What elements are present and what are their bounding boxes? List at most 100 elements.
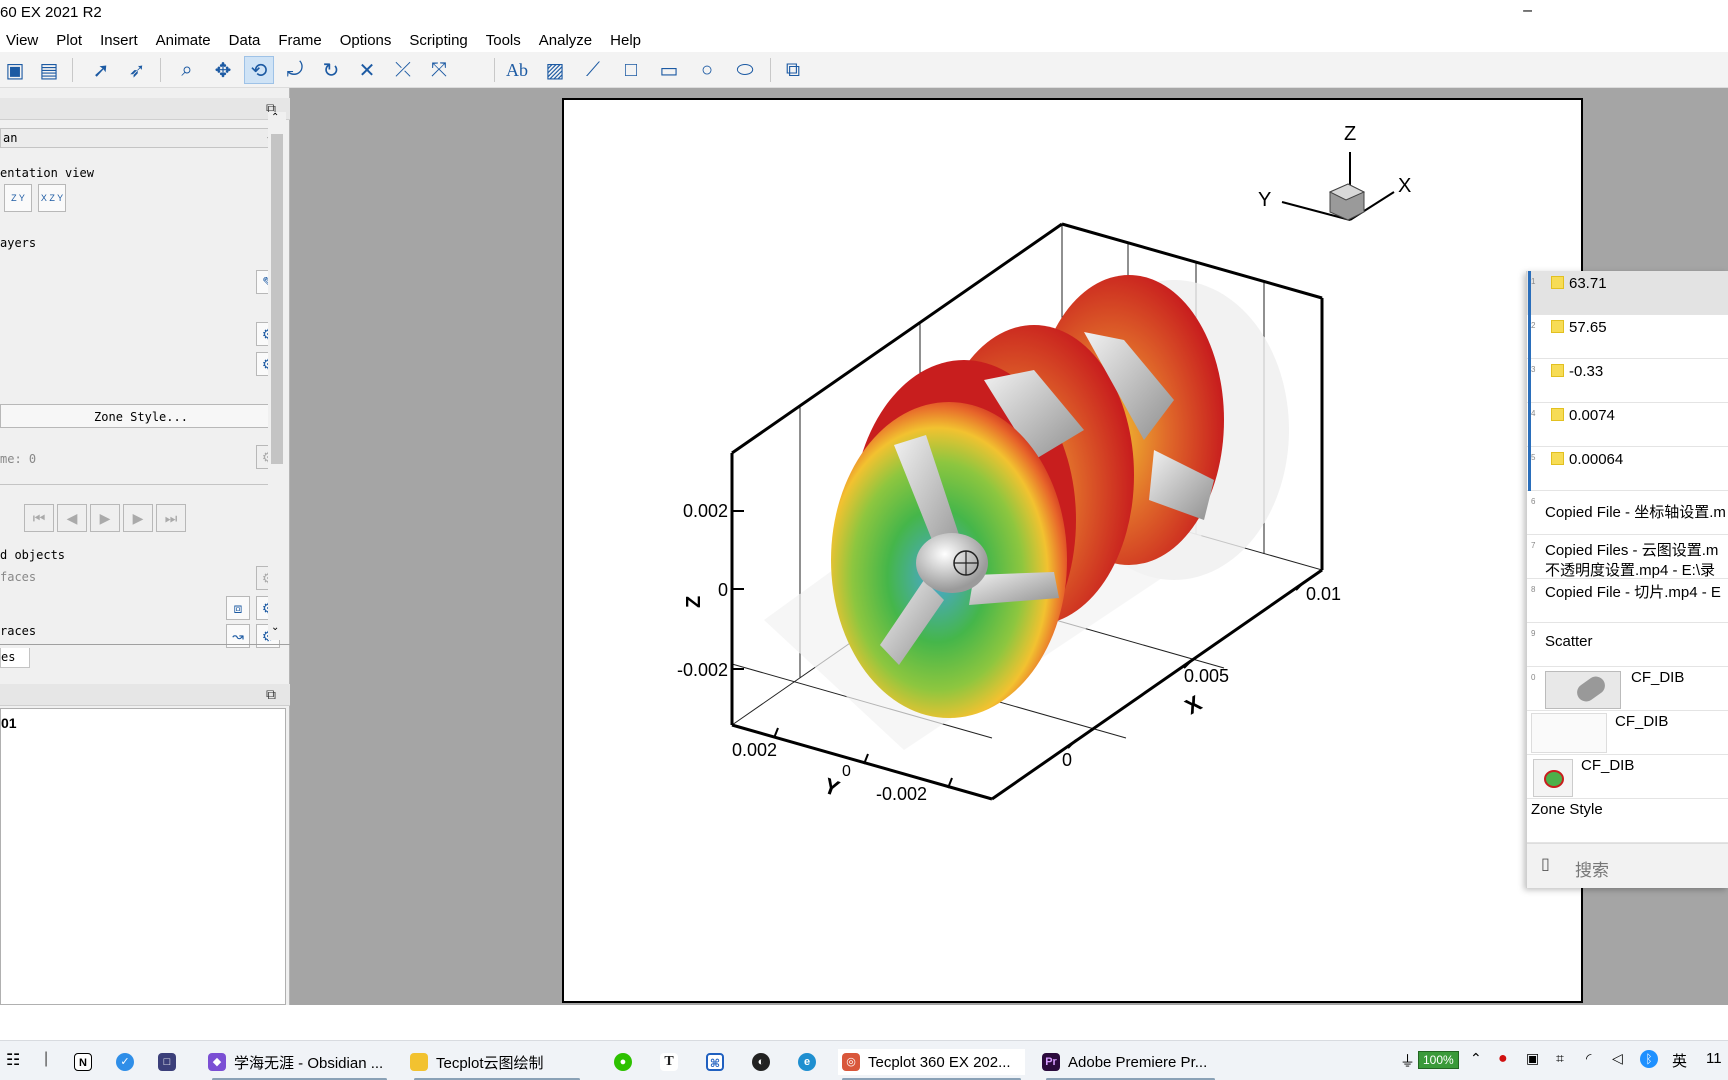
save-icon[interactable]: ▣ <box>0 56 30 84</box>
clipboard-item[interactable]: 4 0.0074 <box>1527 403 1728 447</box>
rotate-y-icon[interactable]: ⤫ <box>388 56 418 84</box>
rotate-z-icon[interactable]: ⤧ <box>424 56 454 84</box>
menu-insert[interactable]: Insert <box>91 28 147 52</box>
clipboard-item[interactable]: CF_DIB <box>1527 755 1728 799</box>
scroll-down-icon[interactable]: ⌄ <box>271 622 279 633</box>
circle-icon[interactable]: ○ <box>692 56 722 84</box>
search-input[interactable]: 搜索 <box>1575 856 1609 881</box>
window-title: 60 EX 2021 R2 <box>0 4 102 21</box>
chat-app-icon[interactable]: □ <box>158 1049 184 1075</box>
clipboard-item[interactable]: 6 Copied File - 坐标轴设置.m <box>1527 491 1728 535</box>
pin-icon[interactable]: ⧉ <box>266 686 276 703</box>
export-icon[interactable]: ▤ <box>34 56 64 84</box>
time-label: me: 0 <box>0 452 37 466</box>
zoom-icon[interactable]: ⌕ <box>172 56 202 84</box>
frame-icon[interactable]: ⧉ <box>778 56 808 84</box>
rotate-x-icon[interactable]: ✕ <box>352 56 382 84</box>
battery-indicator[interactable]: 100% <box>1418 1051 1459 1069</box>
toolbar-separator <box>72 58 73 82</box>
text-icon[interactable]: Ab <box>502 56 532 84</box>
clip-index: 8 <box>1531 585 1536 594</box>
rollerball-icon[interactable]: ↻ <box>316 56 346 84</box>
volume-icon[interactable]: ◁ <box>1612 1050 1623 1067</box>
toolbar: ▣ ▤ ➚ ➶ ⌕ ✥ ⟲ ⤾ ↻ ✕ ⤫ ⤧ Ab ▨ ⟋ □ ▭ ○ ⬭ ⧉ <box>0 52 1728 88</box>
sidebar-tab[interactable]: es <box>0 648 30 668</box>
clipboard-item[interactable]: 8 Copied File - 切片.mp4 - E <box>1527 579 1728 623</box>
menu-help[interactable]: Help <box>601 28 650 52</box>
orient-zy-button[interactable]: Z Y <box>4 184 32 212</box>
square-icon[interactable]: □ <box>616 56 646 84</box>
clip-text: 57.65 <box>1569 319 1607 336</box>
clock[interactable]: 11 <box>1706 1050 1722 1067</box>
polyline-icon[interactable]: ⟋ <box>578 56 608 84</box>
first-frame-icon[interactable]: ⏮ <box>24 504 54 532</box>
rectangle-icon[interactable]: ▭ <box>654 56 684 84</box>
record-icon[interactable]: ● <box>1498 1050 1508 1068</box>
orient-xzy-button[interactable]: X Z Y <box>38 184 66 212</box>
chevron-up-icon[interactable]: ⌃ <box>1470 1050 1482 1067</box>
clipboard-item[interactable]: 9 Scatter <box>1527 623 1728 667</box>
clipboard-item[interactable]: 3 -0.33 <box>1527 359 1728 403</box>
plot-frame[interactable]: 0.002 0 -0.002 Z 0.01 0.005 0 X 0.002 0 … <box>562 98 1583 1003</box>
menu-data[interactable]: Data <box>220 28 270 52</box>
taskbar-premiere[interactable]: Pr Adobe Premiere Pr... <box>1042 1049 1219 1080</box>
rotate-xy-icon[interactable]: ⟲ <box>244 56 274 84</box>
image-icon[interactable]: ▨ <box>540 56 570 84</box>
scroll-up-icon[interactable]: ⌃ <box>271 112 279 123</box>
notion-icon[interactable]: N <box>74 1049 100 1075</box>
translate-icon[interactable]: ✥ <box>208 56 238 84</box>
adjust-icon[interactable]: ➶ <box>122 56 152 84</box>
menu-analyze[interactable]: Analyze <box>530 28 601 52</box>
last-frame-icon[interactable]: ⏭ <box>156 504 186 532</box>
edge-icon[interactable]: e <box>798 1049 824 1075</box>
select-icon[interactable]: ➚ <box>86 56 116 84</box>
wechat-icon[interactable]: ● <box>614 1049 640 1075</box>
clipboard-item[interactable]: Zone Style <box>1527 799 1728 843</box>
y-tick-label: 0.002 <box>732 740 777 760</box>
triad-z-label: Z <box>1344 123 1356 145</box>
taskbar-tecplot[interactable]: ◎ Tecplot 360 EX 202... <box>838 1049 1025 1080</box>
taskbar-folder-label: Tecplot云图绘制 <box>436 1054 544 1072</box>
plot-type-select[interactable]: an ⌄ <box>0 128 282 148</box>
step-back-icon[interactable]: ◀ <box>57 504 87 532</box>
qq-icon[interactable]: ◐ <box>752 1049 778 1075</box>
sidebar-scrollbar[interactable]: ⌃ ⌄ <box>268 112 286 640</box>
clipboard-item[interactable]: 7 Copied Files - 云图设置.m 不透明度设置.mp4 - E:\… <box>1527 535 1728 579</box>
clipboard-item[interactable]: 0 CF_DIB <box>1527 667 1728 711</box>
power-icon[interactable]: ⏚ <box>1400 1050 1415 1071</box>
ellipse-icon[interactable]: ⬭ <box>730 56 760 84</box>
menu-options[interactable]: Options <box>331 28 401 52</box>
typora-icon[interactable]: T <box>660 1049 686 1075</box>
menu-tools[interactable]: Tools <box>477 28 530 52</box>
taskbar-folder[interactable]: Tecplot云图绘制 <box>410 1049 584 1080</box>
rotate-spherical-icon[interactable]: ⤾ <box>280 56 310 84</box>
scroll-thumb[interactable] <box>271 134 283 464</box>
clipboard-item[interactable]: 5 0.00064 <box>1527 447 1728 491</box>
selection-accent <box>1528 271 1531 491</box>
menu-view[interactable]: View <box>0 28 47 52</box>
minimize-button[interactable]: – <box>1523 2 1532 20</box>
ime-indicator[interactable]: 英 <box>1672 1050 1687 1071</box>
clipboard-item[interactable]: 1 63.71 <box>1527 271 1728 315</box>
app-icon[interactable]: ⌘ <box>706 1049 732 1075</box>
taskbar-premiere-label: Adobe Premiere Pr... <box>1068 1053 1208 1071</box>
bluetooth-icon[interactable]: ᛒ <box>1640 1050 1658 1068</box>
zone-style-button[interactable]: Zone Style... <box>0 404 282 428</box>
menu-frame[interactable]: Frame <box>269 28 330 52</box>
wifi-icon[interactable]: ◜ <box>1586 1050 1591 1067</box>
slice-icon[interactable]: ⧈ <box>226 596 250 620</box>
app-icon[interactable]: ✓ <box>116 1049 142 1075</box>
clip-index: 5 <box>1531 453 1536 462</box>
app-tray-icon[interactable]: ⌗ <box>1556 1050 1564 1067</box>
task-view-icon[interactable]: ☷ <box>6 1050 20 1070</box>
chat-icon[interactable]: ▣ <box>1526 1050 1539 1067</box>
taskbar-obsidian[interactable]: ◆ 学海无涯 - Obsidian ... <box>208 1049 391 1080</box>
menu-scripting[interactable]: Scripting <box>400 28 476 52</box>
step-forward-icon[interactable]: ▶ <box>123 504 153 532</box>
menu-plot[interactable]: Plot <box>47 28 91 52</box>
clipboard-item[interactable]: CF_DIB <box>1527 711 1728 755</box>
clipboard-search[interactable]: ▯ 搜索 <box>1527 843 1728 888</box>
play-icon[interactable]: ▶ <box>90 504 120 532</box>
clipboard-item[interactable]: 2 57.65 <box>1527 315 1728 359</box>
menu-animate[interactable]: Animate <box>147 28 220 52</box>
